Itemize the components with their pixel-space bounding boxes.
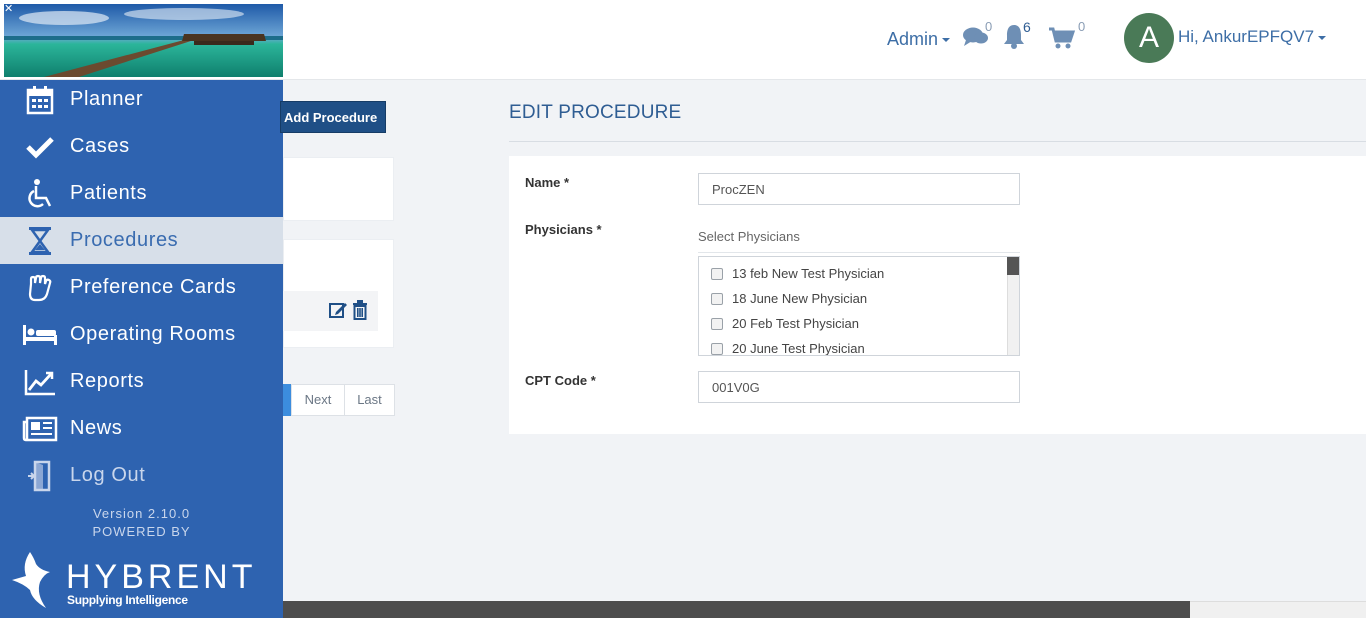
sidebar-item-label: Log Out bbox=[70, 464, 146, 486]
cart-count: 0 bbox=[1078, 19, 1086, 34]
divider bbox=[509, 141, 1366, 142]
notifications-count: 6 bbox=[1023, 19, 1031, 35]
checkbox[interactable] bbox=[711, 317, 723, 330]
hybrent-logo: HYBRENT Supplying Intelligence bbox=[10, 550, 270, 610]
scrollbar-corner bbox=[1190, 601, 1366, 618]
sidebar-item-patients[interactable]: Patients bbox=[0, 170, 283, 217]
door-exit-icon bbox=[20, 460, 60, 492]
physician-option-label: 20 June Test Physician bbox=[732, 341, 865, 356]
physician-option-label: 18 June New Physician bbox=[732, 291, 868, 306]
physicians-label: Physicians * bbox=[525, 222, 602, 237]
physician-option[interactable]: 13 feb New Test Physician bbox=[711, 266, 884, 281]
newspaper-icon bbox=[20, 413, 60, 445]
physician-option[interactable]: 20 Feb Test Physician bbox=[711, 316, 859, 331]
physician-option[interactable]: 18 June New Physician bbox=[711, 291, 867, 306]
divider bbox=[698, 252, 1020, 253]
sidebar-item-cases[interactable]: Cases bbox=[0, 123, 283, 170]
sidebar-item-operating-rooms[interactable]: Operating Rooms bbox=[0, 311, 283, 358]
checkmark-icon bbox=[20, 131, 60, 163]
sidebar-item-label: News bbox=[70, 417, 123, 439]
pagination-next-button[interactable]: Next bbox=[291, 384, 345, 416]
chevron-down-icon bbox=[1318, 35, 1327, 40]
chevron-down-icon bbox=[942, 38, 951, 43]
sidebar-item-label: Planner bbox=[70, 88, 144, 110]
name-label: Name * bbox=[525, 175, 570, 190]
powered-by-text: POWERED BY bbox=[92, 524, 191, 539]
cart-icon[interactable] bbox=[1048, 27, 1076, 54]
banner-image bbox=[4, 4, 283, 77]
checkbox[interactable] bbox=[711, 342, 723, 355]
messages-count: 0 bbox=[985, 19, 993, 34]
sidebar-item-logout[interactable]: Log Out bbox=[0, 452, 283, 499]
brand-tagline: Supplying Intelligence bbox=[67, 593, 188, 607]
sidebar-item-label: Procedures bbox=[70, 229, 179, 251]
admin-label: Admin bbox=[887, 29, 939, 49]
physician-option[interactable]: 20 June Test Physician bbox=[711, 341, 865, 356]
wheelchair-icon bbox=[20, 178, 60, 210]
select-physicians-title: Select Physicians bbox=[698, 229, 800, 244]
sidebar-item-news[interactable]: News bbox=[0, 405, 283, 452]
bed-icon bbox=[20, 319, 60, 351]
sidebar-item-label: Cases bbox=[70, 135, 130, 157]
user-menu[interactable]: Hi, AnkurEPFQV7 bbox=[1178, 27, 1327, 47]
sidebar-item-label: Operating Rooms bbox=[70, 323, 236, 345]
user-greeting: Hi, AnkurEPFQV7 bbox=[1178, 27, 1315, 46]
close-icon[interactable]: ✕ bbox=[4, 2, 13, 15]
search-panel bbox=[283, 157, 394, 221]
version-info: Version 2.10.0 POWERED BY bbox=[0, 505, 283, 541]
sidebar-item-label: Preference Cards bbox=[70, 276, 237, 298]
hybrent-bird-icon bbox=[12, 552, 50, 608]
admin-dropdown[interactable]: Admin bbox=[887, 29, 951, 50]
cpt-code-field[interactable] bbox=[698, 371, 1020, 403]
horizontal-scrollbar[interactable] bbox=[283, 601, 1190, 618]
scrollbar-thumb[interactable] bbox=[1007, 257, 1019, 275]
avatar[interactable]: A bbox=[1124, 13, 1174, 63]
checkbox[interactable] bbox=[711, 292, 723, 305]
sidebar-item-label: Patients bbox=[70, 182, 148, 204]
sidebar: Planner Cases Patients Procedures Prefer… bbox=[0, 80, 283, 618]
sidebar-item-reports[interactable]: Reports bbox=[0, 358, 283, 405]
add-procedure-button[interactable]: Add Procedure bbox=[280, 101, 386, 133]
sidebar-item-procedures[interactable]: Procedures bbox=[0, 217, 283, 264]
glove-icon bbox=[20, 272, 60, 304]
hourglass-icon bbox=[20, 225, 60, 257]
delete-icon[interactable] bbox=[352, 300, 368, 325]
brand-name: HYBRENT bbox=[66, 558, 257, 596]
physician-option-label: 20 Feb Test Physician bbox=[732, 316, 859, 331]
top-header: ✕ Admin 0 6 0 A Hi, AnkurEPFQV7 bbox=[0, 0, 1366, 80]
page-title: EDIT PROCEDURE bbox=[509, 102, 682, 123]
version-text: Version 2.10.0 bbox=[92, 506, 191, 521]
physician-option-label: 13 feb New Test Physician bbox=[732, 266, 885, 281]
cpt-code-label: CPT Code * bbox=[525, 373, 596, 388]
physicians-list[interactable]: 13 feb New Test Physician 18 June New Ph… bbox=[698, 256, 1020, 356]
chart-line-icon bbox=[20, 366, 60, 398]
edit-icon[interactable] bbox=[328, 300, 348, 325]
checkbox[interactable] bbox=[711, 267, 723, 280]
sidebar-item-label: Reports bbox=[70, 370, 145, 392]
pagination-last-button[interactable]: Last bbox=[344, 384, 395, 416]
sidebar-item-preference-cards[interactable]: Preference Cards bbox=[0, 264, 283, 311]
name-field[interactable] bbox=[698, 173, 1020, 205]
sidebar-item-planner[interactable]: Planner bbox=[0, 76, 283, 123]
calendar-icon bbox=[20, 84, 60, 116]
